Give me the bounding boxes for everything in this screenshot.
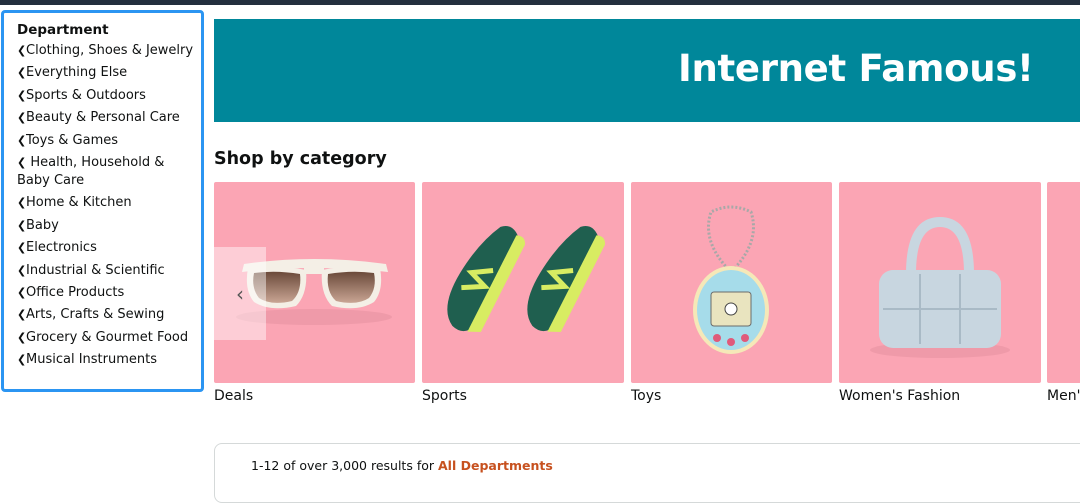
department-item-everything-else[interactable]: ❮ Everything Else (17, 64, 201, 82)
chevron-left-icon: ❮ (17, 88, 27, 102)
department-item-health[interactable]: ❮ Health, Household & Baby Care (17, 154, 201, 190)
category-label-deals[interactable]: Deals (214, 388, 253, 404)
department-item-label: Industrial & Scientific (26, 262, 165, 278)
department-item-label: Electronics (26, 240, 97, 256)
results-summary: 1-12 of over 3,000 results for All Depar… (251, 458, 553, 473)
department-item-beauty[interactable]: ❮ Beauty & Personal Care (17, 109, 201, 127)
chevron-left-icon: ❮ (17, 44, 27, 57)
chevron-left-icon: ❮ (17, 133, 27, 147)
category-label-womens-fashion[interactable]: Women's Fashion (839, 388, 960, 404)
carousel-prev-button[interactable]: ‹ (214, 247, 266, 340)
category-card-mens[interactable] (1047, 182, 1080, 383)
department-item-arts[interactable]: ❮ Arts, Crafts & Sewing (17, 306, 201, 324)
top-nav-strip (0, 0, 1080, 5)
department-item-grocery[interactable]: ❮ Grocery & Gourmet Food (17, 329, 201, 347)
department-heading: Department (17, 22, 109, 38)
chevron-left-icon: ❮ (17, 218, 27, 232)
shop-by-category-heading: Shop by category (214, 149, 387, 169)
department-item-electronics[interactable]: ❮ Electronics (17, 239, 201, 257)
chevron-left-icon: ❮ (17, 353, 27, 367)
department-item-label: Sports & Outdoors (26, 87, 146, 103)
department-item-label: Toys & Games (26, 132, 119, 148)
department-item-label: Grocery & Gourmet Food (26, 329, 189, 345)
category-label-toys[interactable]: Toys (631, 388, 661, 404)
chevron-left-icon: ❮ (17, 196, 27, 210)
category-card-sports[interactable] (422, 182, 624, 383)
chevron-left-icon: ❮ (17, 241, 27, 255)
chevron-left-icon: ❮ (17, 66, 27, 80)
chevron-left-icon: ❮ (17, 285, 27, 299)
all-departments-link[interactable]: All Departments (438, 458, 553, 473)
department-item-sports[interactable]: ❮ Sports & Outdoors (17, 87, 201, 105)
category-label-sports[interactable]: Sports (422, 388, 467, 404)
department-item-industrial[interactable]: ❮ Industrial & Scientific (17, 262, 201, 280)
department-item-label: Baby (26, 217, 59, 233)
chevron-left-icon: ‹ (236, 281, 244, 306)
banner-title: Internet Famous! (678, 47, 1034, 90)
results-count-text: 1-12 of over 3,000 results for (251, 458, 435, 473)
chevron-left-icon: ❮ (17, 308, 27, 322)
department-item-label: Arts, Crafts & Sewing (26, 307, 165, 323)
hero-banner[interactable]: Internet Famous! (214, 19, 1080, 122)
category-card-womens-fashion[interactable] (839, 182, 1041, 383)
department-item-label: Beauty & Personal Care (26, 110, 180, 126)
department-item-label: Clothing, Shoes & Jewelry (26, 43, 194, 58)
results-summary-bar: 1-12 of over 3,000 results for All Depar… (214, 443, 1080, 503)
department-item-home[interactable]: ❮ Home & Kitchen (17, 194, 201, 212)
chevron-left-icon: ❮ (17, 330, 27, 344)
department-item-label: Home & Kitchen (26, 195, 132, 211)
chevron-left-icon: ❮ (17, 111, 27, 125)
chevron-left-icon: ❮ (17, 155, 27, 169)
department-item-label: Health, Household & Baby Care (17, 154, 165, 188)
department-sidebar: Department ❮ Clothing, Shoes & Jewelry ❮… (1, 10, 204, 392)
category-card-toys[interactable] (631, 182, 832, 383)
department-item-label: Musical Instruments (26, 352, 157, 368)
category-label-mens[interactable]: Men's (1047, 388, 1080, 404)
tamagotchi-icon (693, 205, 769, 354)
department-item-label: Office Products (26, 284, 125, 300)
sneakers-icon (447, 226, 606, 332)
department-item-office[interactable]: ❮ Office Products (17, 284, 201, 302)
department-item-musical[interactable]: ❮ Musical Instruments (17, 351, 201, 369)
chevron-left-icon: ❮ (17, 263, 27, 277)
department-item-baby[interactable]: ❮ Baby (17, 217, 201, 235)
department-item-clothing[interactable]: ❮ Clothing, Shoes & Jewelry (17, 42, 201, 60)
department-item-label: Everything Else (26, 65, 128, 81)
department-item-toys[interactable]: ❮ Toys & Games (17, 132, 201, 150)
puffer-bag-icon (870, 216, 1010, 358)
